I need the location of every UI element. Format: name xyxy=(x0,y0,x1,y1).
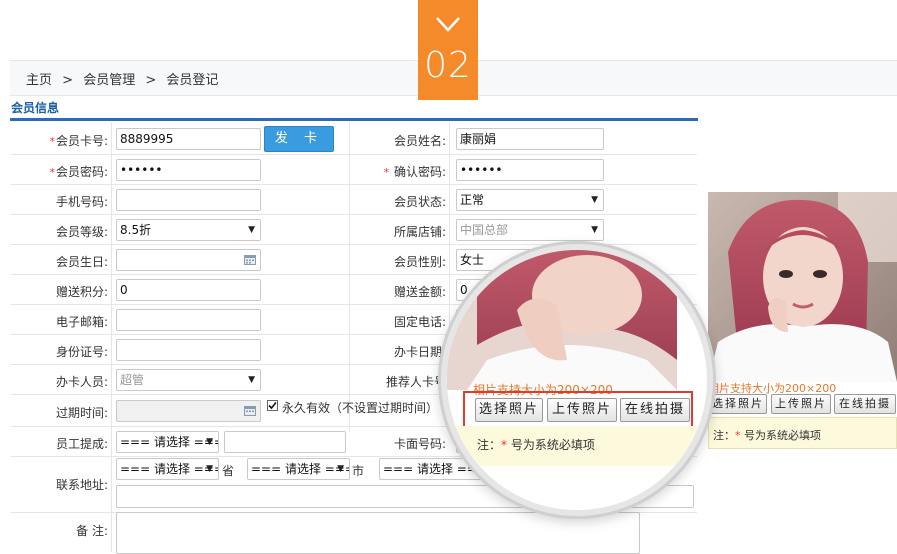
id-no-input[interactable] xyxy=(116,339,261,361)
chevron-down-icon: ▼ xyxy=(206,464,213,474)
phone-label: 手机号码: xyxy=(55,195,108,209)
breadcrumb-sep: > xyxy=(62,73,74,88)
breadcrumb-sep: > xyxy=(145,73,157,88)
confirm-password-label: * 确认密码: xyxy=(383,165,446,179)
bonus-points-input[interactable]: 0 xyxy=(116,279,261,301)
magnified-required-note: 注：* 号为系统必填项 xyxy=(447,426,707,466)
bonus-points-label: 赠送积分: xyxy=(55,285,108,299)
staff-commission-input[interactable] xyxy=(224,431,346,453)
email-label: 电子邮箱: xyxy=(55,315,108,329)
city-select[interactable]: === 请选择 === ▼ xyxy=(247,458,350,480)
highlight-box xyxy=(463,391,693,429)
province-suffix: 省 xyxy=(222,464,235,478)
issue-card-button[interactable]: 发 卡 xyxy=(264,126,334,152)
store-select[interactable]: 中国总部 ▼ xyxy=(456,219,604,241)
online-capture-button[interactable]: 在线拍摄 xyxy=(834,394,896,414)
id-no-label: 身份证号: xyxy=(55,345,108,359)
calendar-icon[interactable] xyxy=(244,405,256,416)
breadcrumb-current: 会员登记 xyxy=(166,73,219,88)
bonus-amount-label: 赠送金额: xyxy=(393,285,446,299)
breadcrumb-module[interactable]: 会员管理 xyxy=(83,73,135,88)
form-row: 会员等级: 8.5折 ▼ 所属店铺: 中国总部 ▼ xyxy=(11,214,697,245)
member-name-input[interactable]: 康丽娟 xyxy=(456,128,604,150)
status-select[interactable]: 正常 ▼ xyxy=(456,189,604,211)
chevron-down-icon: ▼ xyxy=(248,225,255,235)
magnified-photo xyxy=(447,250,707,390)
confirm-password-input[interactable]: •••••• xyxy=(456,159,604,181)
breadcrumb-home[interactable]: 主页 xyxy=(26,73,52,88)
city-suffix: 市 xyxy=(352,464,365,478)
remark-label: 备 注: xyxy=(76,524,108,538)
form-row: 手机号码: 会员状态: 正常 ▼ xyxy=(11,184,697,215)
member-name-label: 会员姓名: xyxy=(393,134,446,148)
chevron-down-icon: ▼ xyxy=(206,437,213,447)
issuer-select[interactable]: 超管 ▼ xyxy=(116,369,261,391)
choose-photo-button[interactable]: 选择照片 xyxy=(709,394,767,414)
breadcrumb: 主页 > 会员管理 > 会员登记 xyxy=(26,69,224,88)
form-row: *会员卡号: 8889995 发 卡 会员姓名: 康丽娟 xyxy=(11,122,697,155)
issue-date-label: 办卡日期: xyxy=(393,345,446,359)
province-select[interactable]: === 请选择 === ▼ xyxy=(116,458,219,480)
chevron-down-icon: ▼ xyxy=(248,375,255,385)
staff-commission-label: 员工提成: xyxy=(55,437,108,451)
gender-label: 会员性别: xyxy=(393,255,446,269)
phone-input[interactable] xyxy=(116,189,261,211)
address-label: 联系地址: xyxy=(55,478,108,492)
level-select[interactable]: 8.5折 ▼ xyxy=(116,219,261,241)
member-photo xyxy=(708,192,897,382)
section-title: 会员信息 xyxy=(11,101,60,115)
status-label: 会员状态: xyxy=(393,195,446,209)
birthday-label: 会员生日: xyxy=(55,255,108,269)
form-row: *会员密码: •••••• * 确认密码: •••••• xyxy=(11,154,697,185)
level-label: 会员等级: xyxy=(55,225,108,239)
store-label: 所属店铺: xyxy=(393,225,446,239)
email-input[interactable] xyxy=(116,309,261,331)
issuer-label: 办卡人员: xyxy=(55,375,108,389)
expiry-label: 过期时间: xyxy=(55,406,108,420)
card-no-label: *会员卡号: xyxy=(49,134,108,148)
expiry-input[interactable] xyxy=(116,400,261,422)
chevron-down-icon: ▼ xyxy=(591,195,598,205)
calendar-icon[interactable] xyxy=(244,254,256,265)
password-label: *会员密码: xyxy=(49,165,108,179)
checkbox-icon[interactable] xyxy=(267,400,278,411)
step-badge: 02 xyxy=(418,0,478,100)
required-note: 注：* 号为系统必填项 xyxy=(708,417,897,449)
landline-label: 固定电话: xyxy=(393,315,446,329)
referrer-label: 推荐人卡号 xyxy=(385,375,446,389)
form-row: 备 注: xyxy=(11,512,697,554)
birthday-input[interactable] xyxy=(116,249,261,271)
staff-commission-select[interactable]: === 请选择 === ▼ xyxy=(116,431,219,453)
permanent-label[interactable]: 永久有效（不设置过期时间） xyxy=(282,399,438,416)
chevron-down-icon xyxy=(436,17,460,32)
chevron-down-icon: ▼ xyxy=(337,464,344,474)
remark-textarea[interactable] xyxy=(116,512,640,554)
card-no-input[interactable]: 8889995 xyxy=(116,128,261,150)
password-input[interactable]: •••••• xyxy=(116,159,261,181)
section-divider xyxy=(10,118,698,121)
card-face-label: 卡面号码: xyxy=(393,437,446,451)
magnifier-callout: 相片支持大小为200×200 选择照片 上传照片 在线拍摄 注：* 号为系统必填… xyxy=(447,250,707,510)
chevron-down-icon: ▼ xyxy=(591,225,598,235)
upload-photo-button[interactable]: 上传照片 xyxy=(771,394,831,414)
step-number: 02 xyxy=(424,45,472,86)
